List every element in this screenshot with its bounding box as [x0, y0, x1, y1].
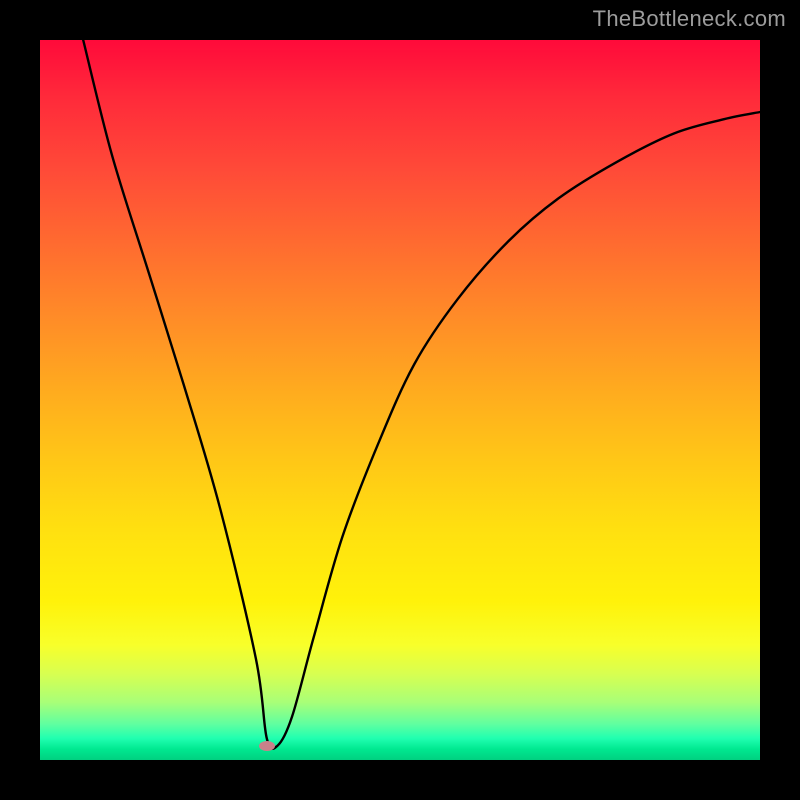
chart-frame: TheBottleneck.com — [0, 0, 800, 800]
watermark-label: TheBottleneck.com — [593, 6, 786, 32]
plot-area — [40, 40, 760, 760]
bottleneck-curve — [40, 40, 760, 760]
minimum-marker — [259, 741, 275, 751]
curve-path — [83, 40, 760, 749]
